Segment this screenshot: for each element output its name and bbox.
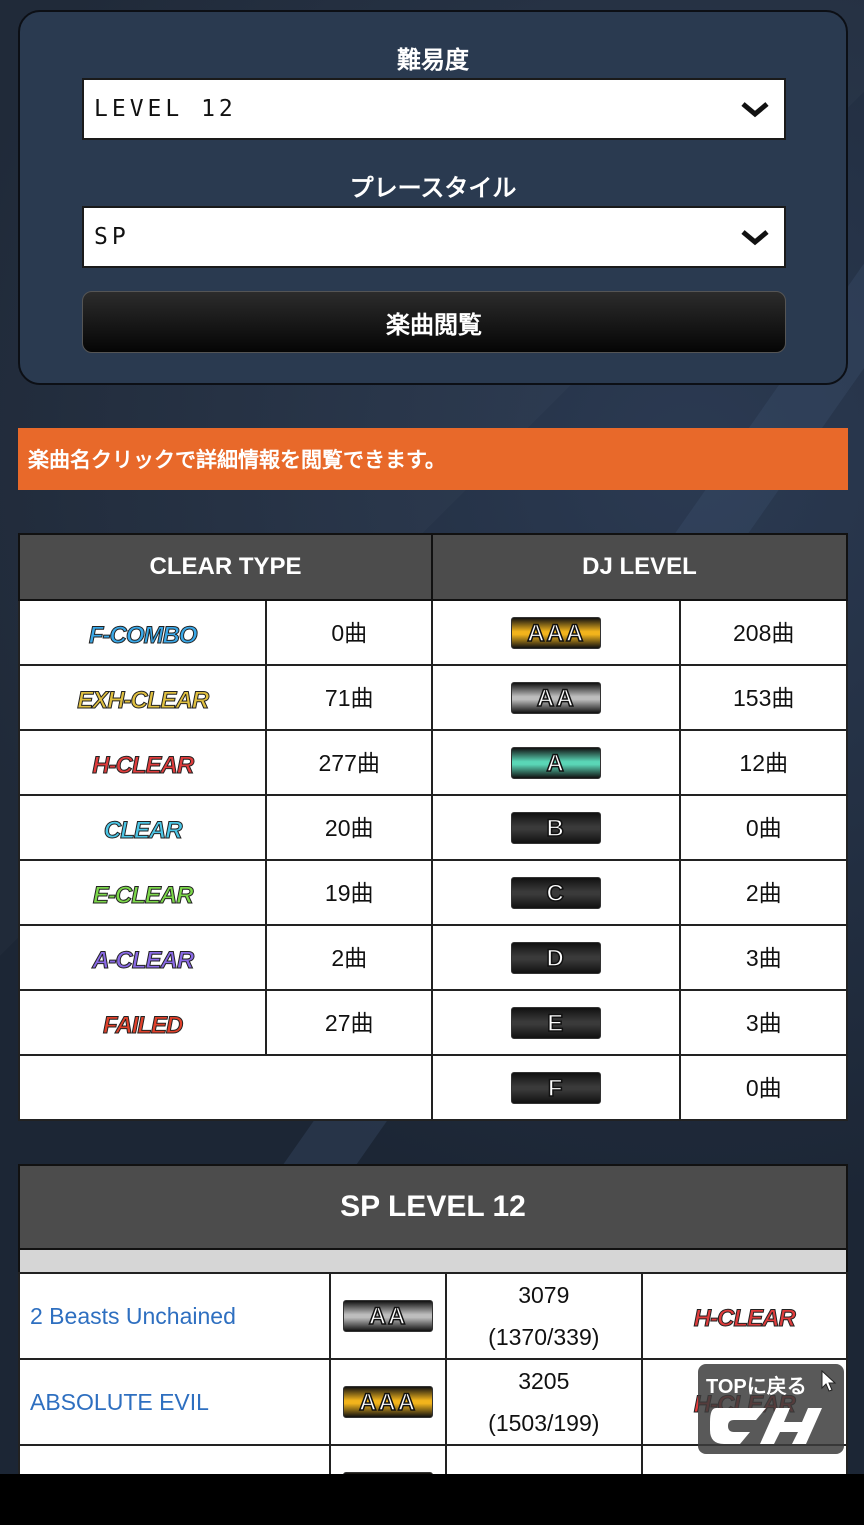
dj-level-count: 208曲: [679, 599, 848, 666]
summary-row: H-CLEAR 277曲 A 12曲: [17, 729, 848, 796]
clear-type-count: 0曲: [265, 599, 433, 666]
chevron-down-icon: [741, 102, 769, 118]
filter-panel: 難易度 LEVEL 12 プレースタイル SP 楽曲閲覧: [18, 10, 848, 385]
song-score-detail: (1503/199): [488, 1410, 600, 1436]
clear-type-cell: FAILED: [17, 989, 268, 1056]
clear-type-badge: H-CLEAR: [693, 1305, 796, 1333]
dj-level-count: 0曲: [679, 1054, 848, 1121]
back-to-top-label: TOPに戻る: [706, 1376, 807, 1398]
playstyle-value: SP: [94, 224, 130, 250]
song-dj-level-cell: AA: [329, 1272, 447, 1360]
site-logo-icon: [710, 1408, 822, 1444]
clear-type-count: 20曲: [265, 794, 433, 861]
back-to-top-button[interactable]: TOPに戻る: [698, 1364, 844, 1454]
notice-banner: 楽曲名クリックで詳細情報を閲覧できます。: [18, 428, 848, 490]
clear-type-badge: CLEAR: [103, 816, 183, 844]
clear-type-badge: EXH-CLEAR: [77, 686, 210, 714]
song-list-title: SP LEVEL 12: [18, 1164, 848, 1250]
song-row: 2 Beasts Unchained AA 3079 (1370/339) H-CLEA…: [17, 1272, 849, 1360]
dj-level-badge: F: [511, 1071, 602, 1104]
difficulty-value: LEVEL 12: [94, 96, 237, 122]
summary-row: CLEAR 20曲 B 0曲: [17, 794, 848, 861]
song-score-cell: 3079 (1370/339): [445, 1272, 643, 1360]
dj-level-count: 153曲: [679, 664, 848, 731]
dj-level-cell: AAA: [430, 599, 682, 666]
clear-type-cell: H-CLEAR: [17, 729, 268, 796]
dj-level-count: 2曲: [679, 859, 848, 926]
dj-level-badge: D: [511, 941, 602, 974]
clear-type-cell: F-COMBO: [17, 599, 268, 666]
playstyle-select[interactable]: SP: [82, 206, 786, 268]
dj-level-cell: AA: [430, 664, 682, 731]
summary-row: E-CLEAR 19曲 C 2曲: [17, 859, 848, 926]
dj-level-cell: D: [430, 924, 682, 991]
clear-type-count: 71曲: [265, 664, 433, 731]
clear-type-badge: F-COMBO: [88, 621, 198, 649]
clear-type-badge: H-CLEAR: [92, 751, 195, 779]
summary-row: FAILED 27曲 E 3曲: [17, 989, 848, 1056]
clear-type-cell: E-CLEAR: [17, 859, 268, 926]
empty-cell: [18, 1054, 433, 1121]
dj-level-cell: F: [430, 1054, 682, 1121]
difficulty-select[interactable]: LEVEL 12: [82, 78, 786, 140]
song-clear-cell: H-CLEAR: [640, 1272, 849, 1360]
clear-type-cell: CLEAR: [17, 794, 268, 861]
clear-type-badge: FAILED: [103, 1011, 184, 1039]
summary-row: F 0曲: [18, 1054, 848, 1121]
chevron-down-icon: [741, 230, 769, 246]
difficulty-label: 難易度: [397, 46, 469, 74]
song-score-detail: (1370/339): [488, 1324, 600, 1350]
clear-type-count: 27曲: [265, 989, 433, 1056]
dj-level-cell: B: [430, 794, 682, 861]
clear-type-count: 2曲: [265, 924, 433, 991]
dj-level-cell: C: [430, 859, 682, 926]
song-list-subheader: [18, 1250, 848, 1272]
dj-level-count: 12曲: [679, 729, 848, 796]
summary-row: F-COMBO 0曲 AAA 208曲: [17, 599, 848, 666]
cursor-icon: [821, 1370, 837, 1392]
song-score-cell: 3205 (1503/199): [445, 1358, 643, 1446]
dj-level-badge: AAA: [343, 1386, 434, 1418]
bottom-navigation-bar: [0, 1474, 864, 1525]
dj-level-header: DJ LEVEL: [430, 533, 849, 601]
dj-level-badge: E: [511, 1006, 602, 1039]
dj-level-cell: E: [430, 989, 682, 1056]
clear-type-count: 19曲: [265, 859, 433, 926]
dj-level-badge: AA: [511, 681, 602, 714]
dj-level-badge: B: [511, 811, 602, 844]
summary-table: CLEAR TYPE DJ LEVEL F-COMBO 0曲 AAA 208曲 EXH-…: [17, 533, 849, 1121]
song-title-link[interactable]: 2 Beasts Unchained: [17, 1272, 332, 1360]
dj-level-badge: AA: [343, 1300, 434, 1332]
clear-type-badge: E-CLEAR: [92, 881, 194, 909]
clear-type-cell: EXH-CLEAR: [17, 664, 268, 731]
song-dj-level-cell: AAA: [329, 1358, 447, 1446]
song-score: 3079: [518, 1282, 570, 1308]
dj-level-badge: C: [511, 876, 602, 909]
dj-level-badge: AAA: [511, 616, 602, 649]
summary-row: A-CLEAR 2曲 D 3曲: [17, 924, 848, 991]
dj-level-badge: A: [511, 746, 602, 779]
browse-songs-button[interactable]: 楽曲閲覧: [82, 291, 786, 353]
dj-level-count: 3曲: [679, 924, 848, 991]
clear-type-header: CLEAR TYPE: [18, 533, 433, 601]
summary-row: EXH-CLEAR 71曲 AA 153曲: [17, 664, 848, 731]
playstyle-label: プレースタイル: [349, 174, 517, 202]
dj-level-count: 0曲: [679, 794, 848, 861]
dj-level-count: 3曲: [679, 989, 848, 1056]
dj-level-cell: A: [430, 729, 682, 796]
song-score: 3205: [518, 1368, 570, 1394]
song-title-link[interactable]: ABSOLUTE EVIL: [17, 1358, 332, 1446]
clear-type-cell: A-CLEAR: [17, 924, 268, 991]
clear-type-badge: A-CLEAR: [92, 946, 195, 974]
clear-type-count: 277曲: [265, 729, 433, 796]
